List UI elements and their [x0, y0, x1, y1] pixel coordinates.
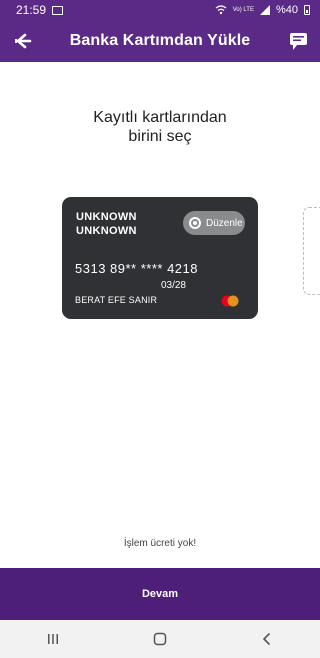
home-button[interactable]	[140, 620, 180, 658]
gallery-icon	[52, 5, 64, 15]
battery-percent: %40	[275, 4, 298, 16]
status-time: 21:59	[16, 3, 47, 17]
status-left: 21:59	[16, 3, 64, 17]
card-number: 5313 89** **** 4218	[75, 261, 198, 276]
recents-icon	[48, 634, 59, 644]
heading-line-1: Kayıtlı kartlarından	[93, 109, 227, 126]
status-right: Vo) LTE %40	[215, 4, 310, 16]
saved-card[interactable]: UNKNOWN UNKNOWN Düzenle 5313 89** **** 4…	[62, 197, 258, 319]
edit-label: Düzenle	[206, 217, 243, 229]
back-arrow-icon[interactable]	[12, 30, 34, 52]
signal-icon	[259, 5, 270, 15]
back-icon	[262, 633, 270, 645]
add-card-peek[interactable]	[303, 207, 320, 295]
heading-line-2: birini seç	[128, 128, 192, 145]
card-name: UNKNOWN UNKNOWN	[76, 210, 137, 238]
fee-note: İşlem ücreti yok!	[123, 538, 197, 549]
continue-button[interactable]: Devam	[0, 568, 320, 620]
card-name-line-1: UNKNOWN	[76, 211, 137, 223]
wifi-icon	[215, 5, 227, 15]
mastercard-logo-icon	[221, 295, 239, 307]
chat-bubble-icon[interactable]	[288, 30, 310, 52]
app-bar: Banka Kartımdan Yükle	[0, 20, 320, 62]
edit-icon	[189, 217, 201, 229]
recents-button[interactable]	[33, 620, 73, 658]
edit-card-button[interactable]: Düzenle	[183, 211, 245, 235]
page-title: Banka Kartımdan Yükle	[69, 32, 251, 49]
status-bar: 21:59 Vo) LTE %40	[0, 0, 320, 20]
home-icon	[153, 632, 167, 646]
lte-label: Vo) LTE	[232, 7, 254, 13]
section-heading: Kayıtlı kartlarından birini seç	[0, 108, 320, 146]
back-nav-button[interactable]	[247, 620, 287, 658]
system-nav-bar	[0, 620, 320, 658]
card-holder: BERAT EFE SANIR	[75, 295, 158, 305]
card-name-line-2: UNKNOWN	[76, 225, 137, 237]
card-expiry: 03/28	[160, 280, 186, 291]
battery-icon	[304, 5, 310, 15]
